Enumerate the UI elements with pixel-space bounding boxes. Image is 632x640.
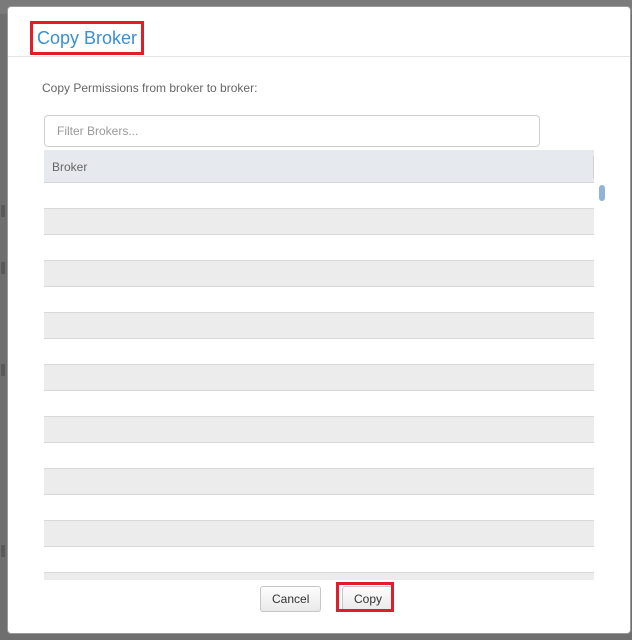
table-row[interactable] (44, 313, 594, 339)
dialog-footer: Cancel Copy (8, 581, 630, 621)
table-row[interactable] (44, 209, 594, 235)
table-row[interactable] (44, 391, 594, 417)
table-row[interactable] (44, 261, 594, 287)
cancel-button[interactable]: Cancel (260, 586, 322, 612)
table-row[interactable] (44, 495, 594, 521)
table-row[interactable] (44, 339, 594, 365)
table-row[interactable] (44, 547, 594, 573)
grid-body (44, 183, 594, 580)
background-edge (0, 0, 7, 640)
table-row[interactable] (44, 183, 594, 209)
instruction-text: Copy Permissions from broker to broker: (42, 81, 258, 95)
grid-header: Broker (44, 150, 594, 183)
column-divider (593, 156, 594, 178)
table-row[interactable] (44, 287, 594, 313)
table-row[interactable] (44, 417, 594, 443)
table-row[interactable] (44, 365, 594, 391)
dialog-title: Copy Broker (30, 21, 145, 55)
copy-broker-dialog: Copy Broker Copy Permissions from broker… (7, 6, 631, 634)
dialog-header: Copy Broker (8, 7, 630, 57)
table-row[interactable] (44, 573, 594, 580)
table-row[interactable] (44, 469, 594, 495)
table-row[interactable] (44, 521, 594, 547)
grid-scrollbar[interactable] (597, 183, 607, 580)
filter-brokers-input[interactable] (44, 115, 540, 147)
column-header-broker[interactable]: Broker (52, 160, 87, 174)
copy-button[interactable]: Copy (342, 586, 395, 612)
broker-grid: Broker (44, 150, 612, 580)
scrollbar-thumb[interactable] (599, 185, 605, 201)
table-row[interactable] (44, 443, 594, 469)
table-row[interactable] (44, 235, 594, 261)
